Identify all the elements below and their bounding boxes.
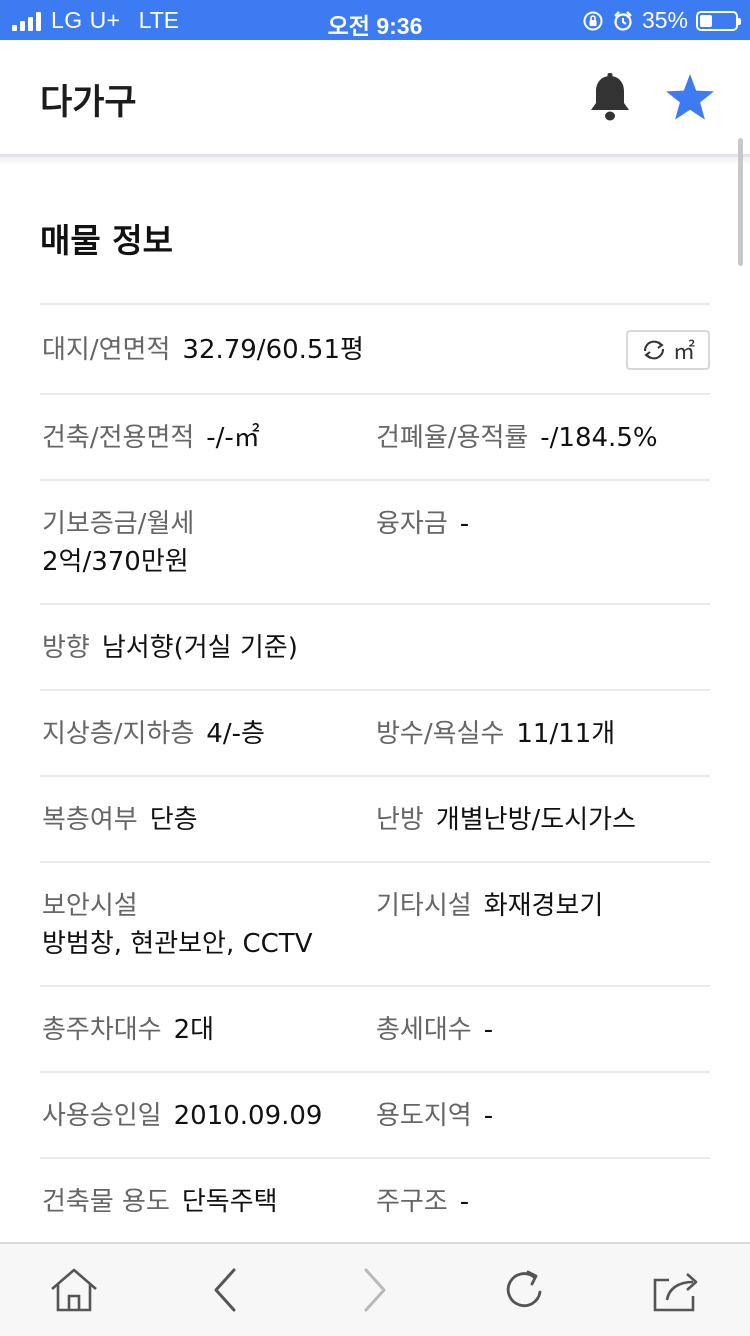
back-icon[interactable]	[198, 1266, 252, 1314]
info-rooms-baths: 방수/욕실수 11/11개	[376, 719, 616, 749]
app-header: 다가구	[0, 40, 750, 157]
table-row: 복층여부 단층 난방 개별난방/도시가스	[40, 777, 710, 863]
refresh-icon	[643, 340, 664, 360]
header-divider	[0, 157, 750, 165]
info-loan: 융자금 -	[376, 509, 470, 539]
scrollbar[interactable]	[738, 138, 743, 266]
property-info-table: 대지/연면적 32.79/60.51평 ㎡ 건축/전용면적 -/-㎡ 건폐율/용적률…	[40, 303, 710, 1245]
info-approval-date: 사용승인일 2010.09.09	[42, 1101, 323, 1131]
info-coverage-ratio: 건폐율/용적률 -/184.5%	[376, 423, 658, 453]
table-row: 지상층/지하층 4/-층 방수/욕실수 11/11개	[40, 691, 710, 777]
orientation-lock-icon	[583, 11, 603, 30]
info-building-use: 건축물 용도 단독주택	[42, 1187, 278, 1217]
info-building-area: 건축/전용면적 -/-㎡	[42, 423, 260, 453]
battery-percent: 35%	[641, 7, 688, 33]
info-land-floor-area: 대지/연면적 32.79/60.51평	[42, 335, 364, 365]
battery-icon	[696, 10, 741, 31]
table-row: 총주차대수 2대 총세대수 -	[40, 987, 710, 1073]
unit-toggle-button[interactable]: ㎡	[626, 330, 710, 370]
table-row: 방향 남서향(거실 기준)	[40, 605, 710, 691]
table-row: 건축/전용면적 -/-㎡ 건폐율/용적률 -/184.5%	[40, 395, 710, 481]
bell-icon[interactable]	[587, 72, 633, 124]
forward-icon[interactable]	[348, 1266, 402, 1314]
info-structure: 주구조 -	[376, 1187, 470, 1217]
status-bar: LG U+ LTE 오전 9:36 35%	[0, 0, 750, 40]
info-zoning: 용도지역 -	[376, 1101, 494, 1131]
home-icon[interactable]	[47, 1266, 101, 1314]
page-title: 다가구	[40, 83, 137, 123]
info-other-facilities: 기타시설 화재경보기	[376, 891, 604, 921]
info-floors: 지상층/지하층 4/-층	[42, 719, 265, 749]
info-security: 보안시설 방범창, 현관보안, CCTV	[42, 891, 313, 959]
info-deposit-rent: 기보증금/월세 2억/370만원	[42, 509, 195, 577]
reload-icon[interactable]	[498, 1266, 552, 1314]
table-row: 건축물 용도 단독주택 주구조 -	[40, 1159, 710, 1245]
section-title: 매물 정보	[40, 221, 173, 260]
table-row: 보안시설 방범창, 현관보안, CCTV 기타시설 화재경보기	[40, 863, 710, 987]
info-direction: 방향 남서향(거실 기준)	[42, 633, 298, 663]
unit-toggle-label: ㎡	[672, 340, 695, 365]
info-parking: 총주차대수 2대	[42, 1015, 215, 1045]
table-row: 대지/연면적 32.79/60.51평 ㎡	[40, 305, 710, 395]
alarm-icon	[614, 10, 632, 31]
share-icon[interactable]	[649, 1266, 703, 1314]
table-row: 사용승인일 2010.09.09 용도지역 -	[40, 1073, 710, 1159]
browser-toolbar	[0, 1242, 750, 1336]
table-row: 기보증금/월세 2억/370만원 융자금 -	[40, 481, 710, 605]
star-icon[interactable]	[664, 72, 716, 124]
info-duplex: 복층여부 단층	[42, 805, 198, 835]
info-households: 총세대수 -	[376, 1015, 494, 1045]
info-heating: 난방 개별난방/도시가스	[376, 805, 636, 835]
